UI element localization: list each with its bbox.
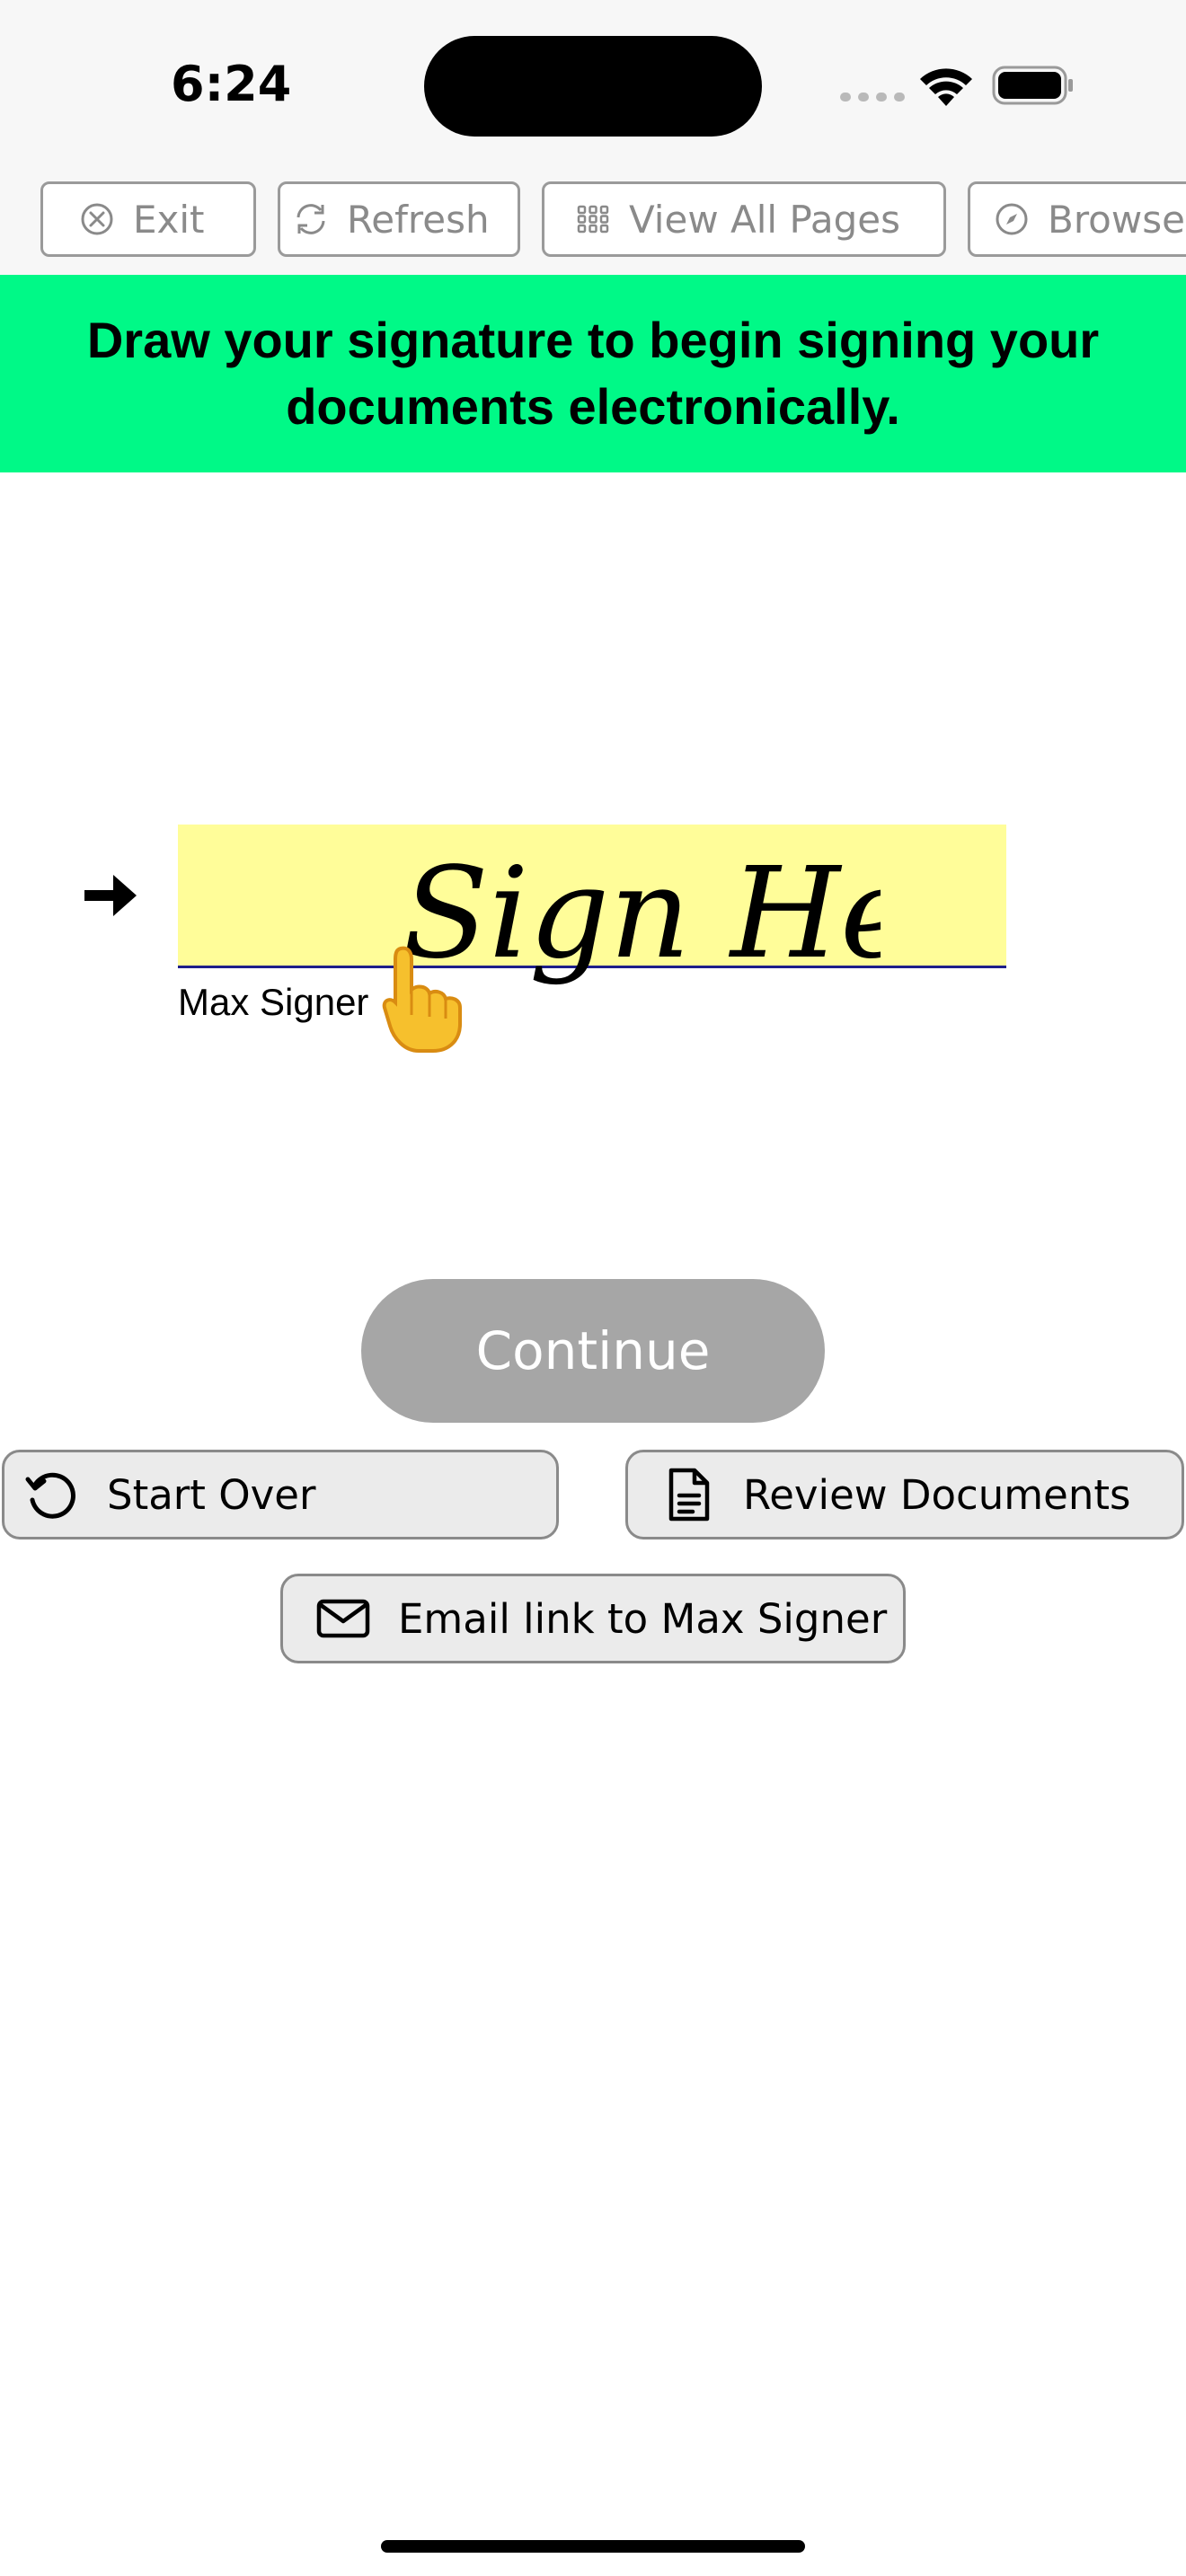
grid-icon xyxy=(577,205,609,234)
restart-icon xyxy=(25,1472,75,1519)
refresh-icon xyxy=(296,204,325,234)
view-all-pages-button[interactable]: View All Pages xyxy=(542,181,946,257)
start-over-label: Start Over xyxy=(107,1470,316,1519)
pointing-hand-icon xyxy=(382,946,462,1053)
continue-label: Continue xyxy=(475,1320,711,1381)
status-bar: 6:24 xyxy=(0,0,1186,180)
instruction-banner: Draw your signature to begin signing you… xyxy=(0,275,1186,472)
battery-icon xyxy=(992,66,1073,105)
toolbar: Exit Refresh View All Pages Browser xyxy=(0,180,1186,275)
dynamic-island xyxy=(424,36,762,137)
exit-button[interactable]: Exit xyxy=(40,181,256,257)
exit-label: Exit xyxy=(133,197,205,242)
view-all-pages-label: View All Pages xyxy=(629,197,900,242)
arrow-right-icon xyxy=(84,875,137,916)
signer-name: Max Signer xyxy=(178,981,369,1023)
wifi-icon xyxy=(920,68,972,106)
email-link-button[interactable]: Email link to Max Signer xyxy=(280,1574,906,1663)
cellular-signal-icon xyxy=(840,93,905,101)
status-time: 6:24 xyxy=(171,56,292,112)
continue-button[interactable]: Continue xyxy=(361,1279,825,1423)
review-documents-button[interactable]: Review Documents xyxy=(625,1450,1184,1539)
refresh-button[interactable]: Refresh xyxy=(278,181,520,257)
instruction-text: Draw your signature to begin signing you… xyxy=(86,312,1100,435)
browser-button[interactable]: Browser xyxy=(968,181,1186,257)
home-indicator xyxy=(381,2540,805,2553)
compass-icon xyxy=(996,203,1028,235)
document-icon xyxy=(668,1468,710,1522)
review-documents-label: Review Documents xyxy=(743,1470,1131,1519)
envelope-icon xyxy=(316,1599,370,1638)
start-over-button[interactable]: Start Over xyxy=(2,1450,559,1539)
browser-label: Browser xyxy=(1048,197,1186,242)
email-link-label: Email link to Max Signer xyxy=(398,1594,888,1643)
refresh-label: Refresh xyxy=(347,197,490,242)
close-circle-icon xyxy=(81,203,113,235)
